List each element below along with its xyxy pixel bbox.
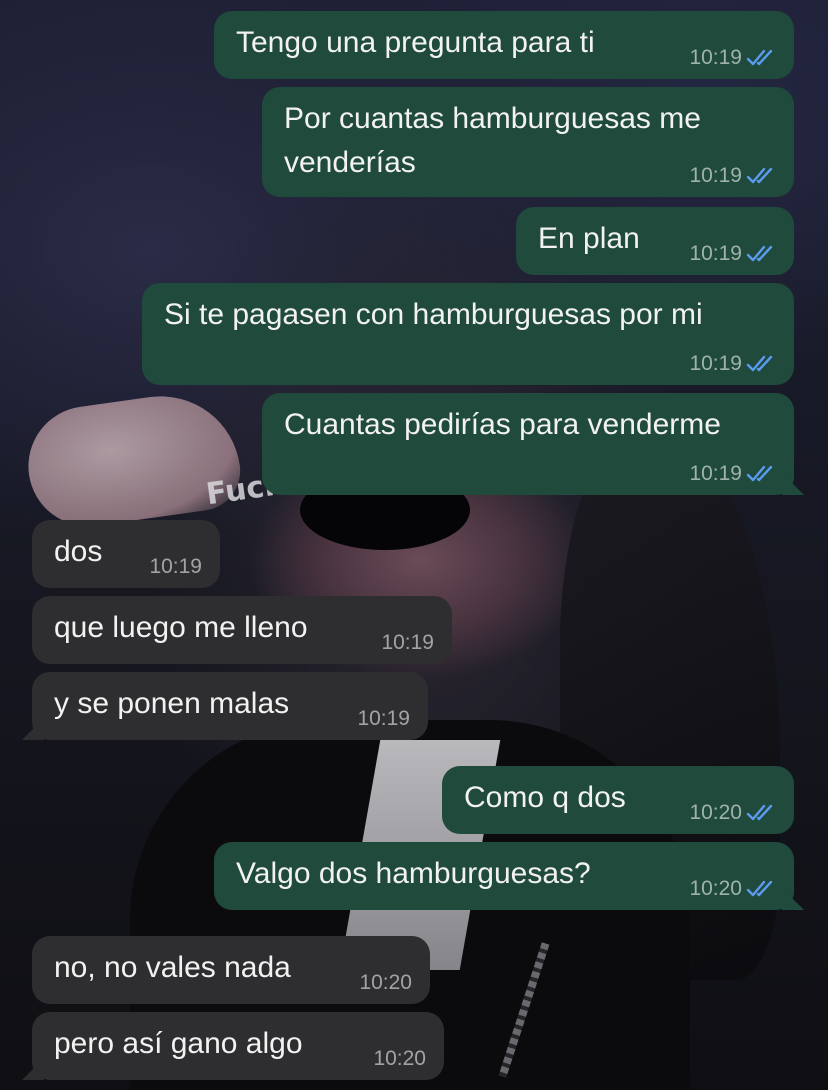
read-receipt-icon: [746, 880, 773, 897]
read-receipt-icon: [746, 465, 773, 482]
message-meta: 10:19: [381, 630, 434, 656]
message-text: Si te pagasen con hamburguesas por mi: [164, 298, 703, 331]
message-text: Cuantas pedirías para venderme: [284, 408, 721, 441]
message-meta: 10:19: [689, 241, 776, 267]
message-text: y se ponen malas: [54, 687, 290, 720]
message-text-line: Por cuantas hamburguesas me: [284, 102, 701, 135]
message-meta: 10:20: [689, 876, 776, 902]
read-receipt-icon: [746, 49, 773, 66]
message-time: 10:19: [149, 555, 202, 578]
message-time: 10:19: [381, 631, 434, 654]
incoming-message[interactable]: que luego me lleno 10:19: [32, 596, 452, 664]
message-text: pero así gano algo: [54, 1027, 303, 1060]
message-text: no, no vales nada: [54, 951, 291, 984]
outgoing-message[interactable]: Como q dos 10:20: [442, 766, 794, 834]
outgoing-message[interactable]: Cuantas pedirías para venderme 10:19: [262, 393, 794, 495]
message-text: Como q dos: [464, 781, 626, 814]
read-receipt-icon: [746, 804, 773, 821]
outgoing-message[interactable]: Por cuantas hamburguesas me venderías 10…: [262, 87, 794, 197]
message-meta: 10:20: [689, 800, 776, 826]
incoming-message[interactable]: y se ponen malas 10:19: [32, 672, 428, 740]
message-meta: 10:19: [689, 45, 776, 71]
message-text: que luego me lleno: [54, 611, 308, 644]
read-receipt-icon: [746, 245, 773, 262]
incoming-message[interactable]: no, no vales nada 10:20: [32, 936, 430, 1004]
read-receipt-icon: [746, 355, 773, 372]
message-text-line: venderías: [284, 146, 416, 179]
message-time: 10:19: [689, 462, 742, 485]
message-time: 10:19: [689, 164, 742, 187]
message-time: 10:20: [689, 877, 742, 900]
message-time: 10:20: [689, 801, 742, 824]
outgoing-message[interactable]: Tengo una pregunta para ti 10:19: [214, 11, 794, 79]
message-meta: 10:20: [373, 1046, 426, 1072]
message-time: 10:19: [689, 46, 742, 69]
message-meta: 10:19: [689, 163, 776, 189]
message-list[interactable]: Tengo una pregunta para ti 10:19 Por cua…: [0, 0, 828, 1090]
message-meta: 10:19: [149, 554, 202, 580]
message-text: Tengo una pregunta para ti: [236, 26, 595, 59]
message-time: 10:19: [689, 352, 742, 375]
message-time: 10:19: [357, 707, 410, 730]
message-text: Por cuantas hamburguesas me venderías: [284, 97, 701, 185]
message-text: dos: [54, 535, 103, 568]
outgoing-message[interactable]: Valgo dos hamburguesas? 10:20: [214, 842, 794, 910]
outgoing-message[interactable]: En plan 10:19: [516, 207, 794, 275]
message-meta: 10:20: [359, 970, 412, 996]
message-time: 10:20: [359, 971, 412, 994]
message-meta: 10:19: [689, 461, 776, 487]
message-text: Valgo dos hamburguesas?: [236, 857, 591, 890]
incoming-message[interactable]: dos 10:19: [32, 520, 220, 588]
read-receipt-icon: [746, 167, 773, 184]
outgoing-message[interactable]: Si te pagasen con hamburguesas por mi 10…: [142, 283, 794, 385]
message-time: 10:19: [689, 242, 742, 265]
message-time: 10:20: [373, 1047, 426, 1070]
message-meta: 10:19: [689, 351, 776, 377]
incoming-message[interactable]: pero así gano algo 10:20: [32, 1012, 444, 1080]
message-text: En plan: [538, 222, 640, 255]
message-meta: 10:19: [357, 706, 410, 732]
